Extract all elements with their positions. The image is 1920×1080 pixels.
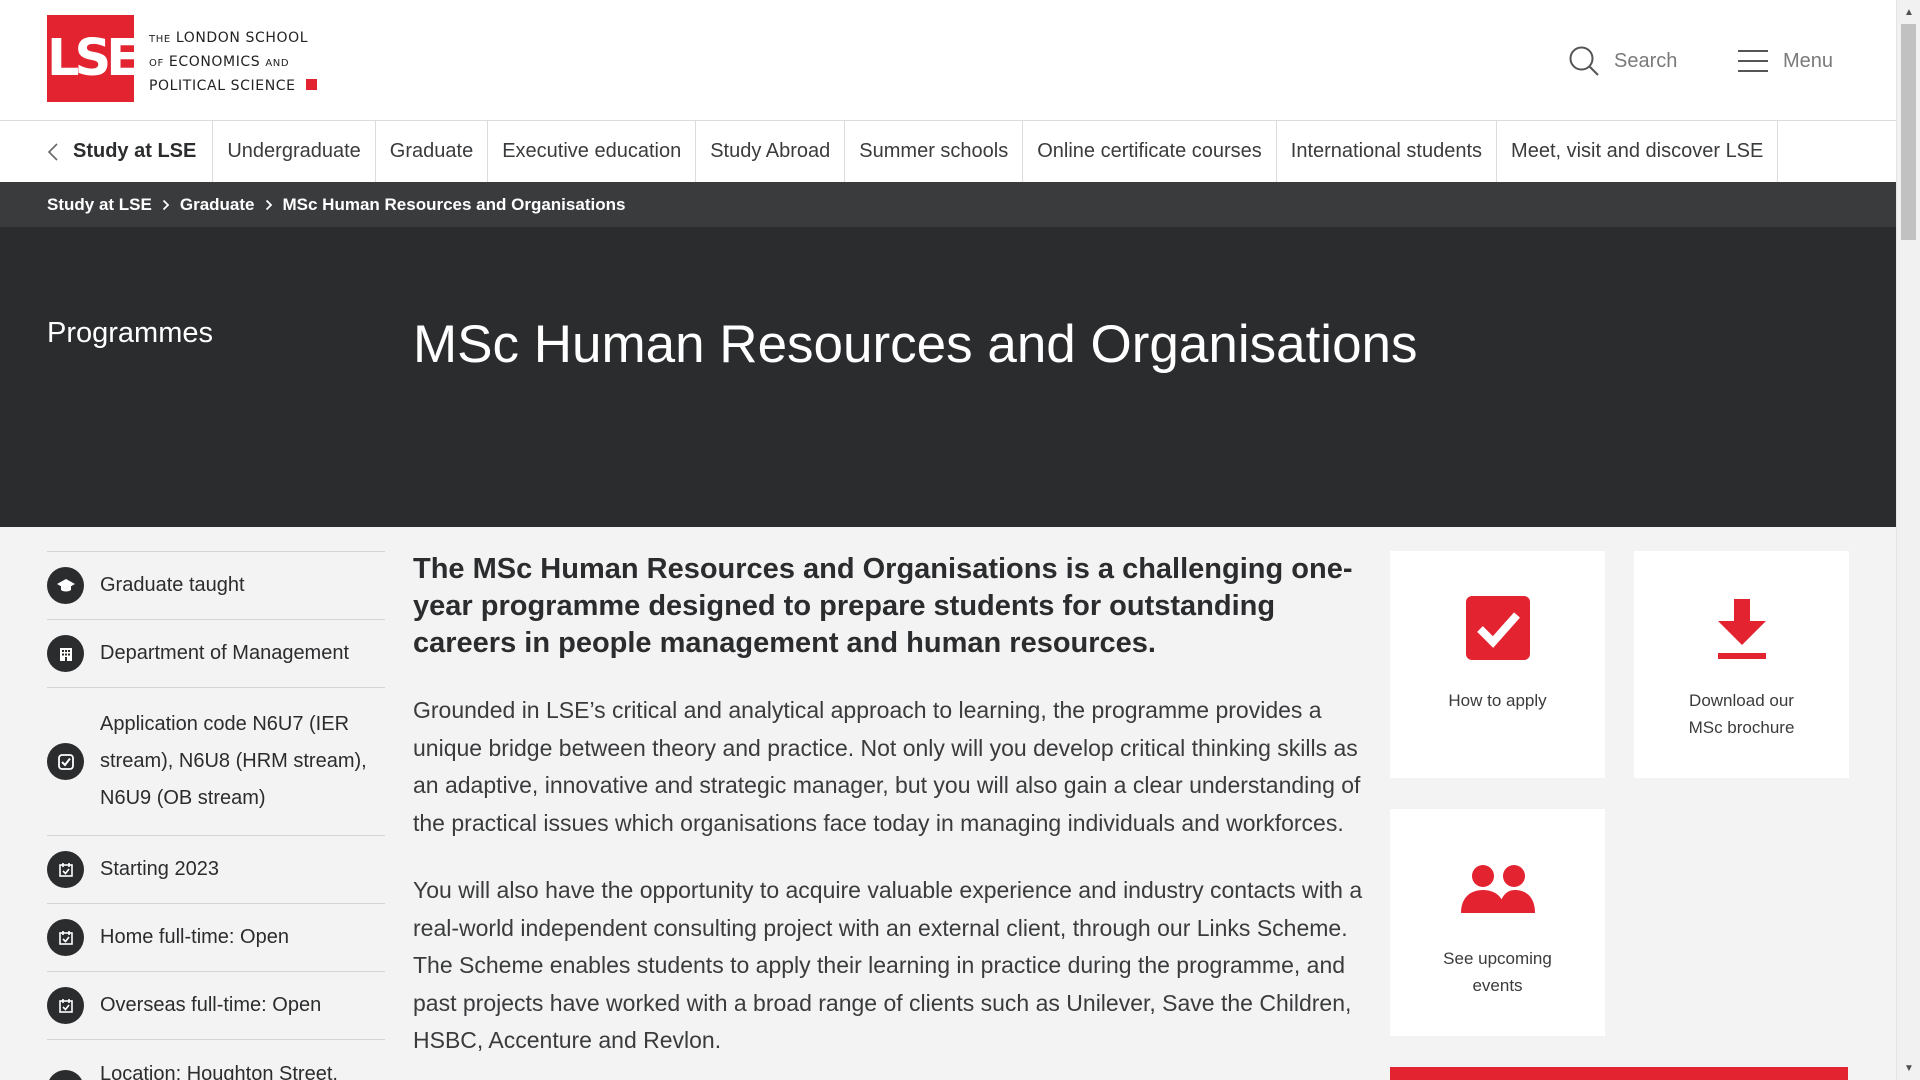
search-button[interactable]: Search: [1568, 44, 1677, 78]
wordmark-line2: ECONOMICS: [168, 54, 261, 70]
fact-location: Location: Houghton Street,: [47, 1039, 385, 1080]
building-icon: [47, 635, 84, 672]
subnav-item-online-certificate-courses[interactable]: Online certificate courses: [1023, 121, 1277, 182]
hamburger-icon: [1738, 50, 1768, 72]
calendar-icon: [47, 987, 84, 1024]
fact-text: Department of Management: [100, 642, 350, 664]
subnav-item-executive-education[interactable]: Executive education: [488, 121, 697, 182]
check-circle-icon: [47, 743, 84, 780]
subnav-item-graduate[interactable]: Graduate: [376, 121, 489, 182]
graduation-cap-icon: [47, 567, 84, 604]
subnav-back-study-at-lse[interactable]: Study at LSE: [47, 121, 214, 182]
fact-text: Starting 2023: [100, 858, 219, 880]
fact-text: Graduate taught: [100, 574, 245, 596]
how-to-apply-card[interactable]: How to apply: [1390, 551, 1605, 778]
subnav-item-undergraduate[interactable]: Undergraduate: [213, 121, 376, 182]
fact-department[interactable]: Department of Management: [47, 619, 385, 687]
hero-section-label: Programmes: [47, 317, 213, 349]
hero-banner: Programmes MSc Human Resources and Organ…: [0, 227, 1896, 527]
red-action-banner[interactable]: [1390, 1067, 1848, 1080]
breadcrumb-study-at-lse[interactable]: Study at LSE: [47, 195, 152, 215]
wordmark-line3: POLITICAL SCIENCE: [149, 78, 296, 94]
upcoming-events-label: See upcoming events: [1400, 945, 1595, 999]
intro-lead: The MSc Human Resources and Organisation…: [413, 553, 1353, 659]
wordmark-and: AND: [265, 58, 290, 69]
download-icon: [1717, 599, 1766, 659]
chevron-left-icon: [47, 142, 58, 161]
upcoming-events-card[interactable]: See upcoming events: [1390, 809, 1605, 1036]
subnav-item-summer-schools[interactable]: Summer schools: [845, 121, 1024, 182]
page-scrollbar[interactable]: ▲ ▼: [1896, 0, 1920, 1080]
fact-text: Home full-time: Open: [100, 926, 289, 948]
calendar-icon: [47, 851, 84, 888]
scrollbar-thumb[interactable]: [1901, 24, 1916, 240]
download-brochure-label: Download our MSc brochure: [1644, 687, 1839, 741]
programme-intro: The MSc Human Resources and Organisation…: [413, 551, 1363, 1080]
site-header: LSE THE LONDON SCHOOL OF ECONOMICS AND P…: [0, 0, 1896, 121]
brochure-label-line2: MSc brochure: [1688, 718, 1795, 737]
breadcrumb-graduate[interactable]: Graduate: [180, 195, 255, 215]
chevron-right-icon: [265, 199, 272, 210]
breadcrumb-current-page: MSc Human Resources and Organisations: [282, 194, 626, 214]
scroll-up-arrow-icon[interactable]: ▲: [1897, 2, 1920, 22]
menu-label: Menu: [1783, 49, 1834, 72]
search-label: Search: [1614, 49, 1678, 72]
events-label-line2: events: [1472, 976, 1523, 995]
brochure-label-line1: Download our: [1689, 691, 1794, 710]
fact-programme-type: Graduate taught: [47, 551, 385, 619]
lse-wordmark[interactable]: THE LONDON SCHOOL OF ECONOMICS AND POLIT…: [149, 27, 317, 97]
subnav-back-label: Study at LSE: [73, 140, 197, 162]
breadcrumb: Study at LSE Graduate MSc Human Resource…: [0, 182, 1896, 227]
wordmark-line1: LONDON SCHOOL: [175, 30, 309, 46]
wordmark-of: OF: [149, 58, 164, 69]
page-title: MSc Human Resources and Organisations: [413, 315, 1418, 374]
search-icon: [1569, 46, 1599, 76]
chevron-right-icon: [162, 199, 170, 210]
fact-start-date: Starting 2023: [47, 835, 385, 903]
intro-paragraph-2: You will also have the opportunity to ac…: [413, 877, 1363, 1053]
subnav-item-international-students[interactable]: International students: [1277, 121, 1498, 182]
intro-paragraph-1: Grounded in LSE’s critical and analytica…: [413, 697, 1361, 836]
subnav-item-meet-visit-discover[interactable]: Meet, visit and discover LSE: [1497, 121, 1779, 182]
people-icon: [1460, 865, 1535, 913]
location-icon: [47, 1070, 84, 1080]
fact-text: Location: Houghton Street,: [100, 1063, 338, 1080]
events-label-line1: See upcoming: [1443, 949, 1552, 968]
fact-text: Overseas full-time: Open: [100, 994, 322, 1016]
lse-logo[interactable]: LSE: [47, 15, 141, 102]
section-nav: Study at LSE Undergraduate Graduate Exec…: [0, 121, 1896, 182]
wordmark-square-icon: [305, 79, 317, 90]
fact-text: Application code N6U7 (IER stream), N6U8…: [100, 713, 367, 809]
programme-facts: Graduate taught Department of Management…: [47, 551, 385, 1080]
calendar-icon: [47, 919, 84, 956]
checkbox-checked-icon: [1465, 596, 1530, 660]
subnav-item-study-abroad[interactable]: Study Abroad: [696, 121, 846, 182]
fact-home-full-time: Home full-time: Open: [47, 903, 385, 971]
fact-overseas-full-time: Overseas full-time: Open: [47, 971, 385, 1039]
scroll-down-arrow-icon[interactable]: ▼: [1897, 1058, 1920, 1078]
wordmark-the: THE: [149, 34, 171, 45]
how-to-apply-label: How to apply: [1448, 691, 1547, 710]
menu-button[interactable]: Menu: [1737, 44, 1833, 78]
download-brochure-card[interactable]: Download our MSc brochure: [1634, 551, 1849, 778]
fact-application-code: Application code N6U7 (IER stream), N6U8…: [47, 687, 385, 835]
